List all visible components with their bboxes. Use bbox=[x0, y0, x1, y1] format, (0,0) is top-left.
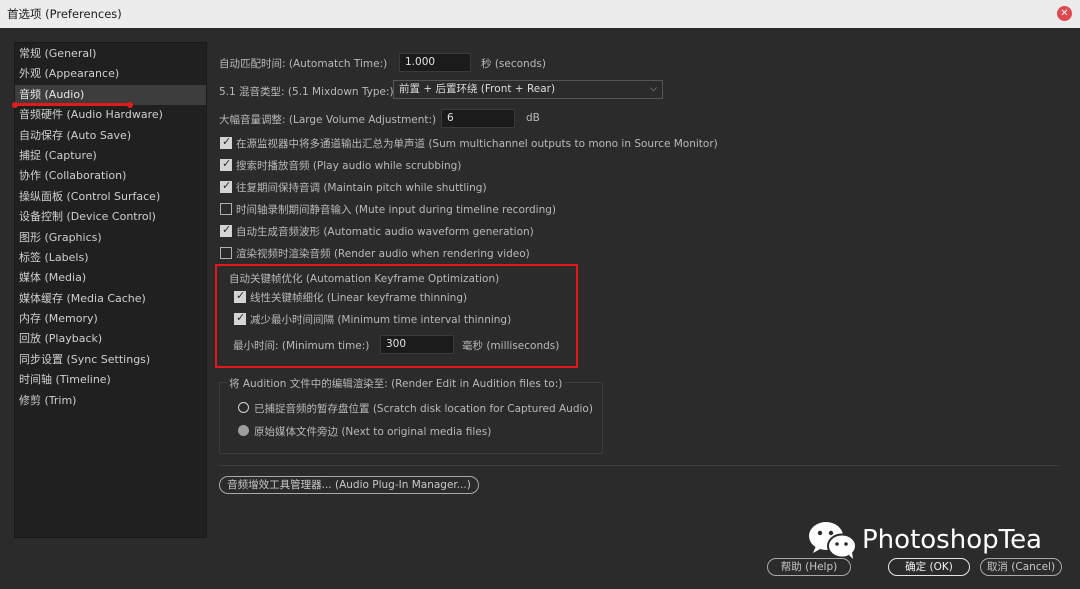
close-icon[interactable]: ✕ bbox=[1057, 6, 1072, 21]
checkbox-auto-waveform[interactable] bbox=[220, 223, 232, 237]
category-list: 常规 (General) 外观 (Appearance) 音频 (Audio) … bbox=[14, 42, 207, 538]
checkbox-min-interval-thinning-label: 减少最小时间间隔 (Minimum time interval thinning… bbox=[250, 314, 512, 326]
automatch-input[interactable]: 1.000 bbox=[399, 53, 471, 72]
sidebar-item-media[interactable]: 媒体 (Media) bbox=[15, 268, 206, 288]
checkbox-linear-thinning-label: 线性关键帧细化 (Linear keyframe thinning) bbox=[250, 292, 468, 304]
section-divider bbox=[219, 465, 1059, 466]
sidebar-item-audio-hardware[interactable]: 音频硬件 (Audio Hardware) bbox=[15, 105, 206, 125]
audio-highlight-underline bbox=[12, 101, 133, 108]
checkbox-scrub-audio-label: 搜索时播放音频 (Play audio while scrubbing) bbox=[236, 160, 462, 172]
min-time-label: 最小时间: (Minimum time:) bbox=[233, 340, 370, 352]
checkbox-auto-waveform-label: 自动生成音频波形 (Automatic audio waveform gener… bbox=[236, 226, 534, 238]
min-time-unit: 毫秒 (milliseconds) bbox=[462, 340, 560, 352]
checkbox-sum-mono[interactable] bbox=[220, 135, 232, 149]
sidebar-item-general[interactable]: 常规 (General) bbox=[15, 44, 206, 64]
checkbox-render-audio[interactable] bbox=[220, 247, 232, 259]
help-button[interactable]: 帮助 (Help) bbox=[767, 558, 851, 576]
sidebar-item-memory[interactable]: 内存 (Memory) bbox=[15, 309, 206, 329]
sidebar-item-graphics[interactable]: 图形 (Graphics) bbox=[15, 228, 206, 248]
sidebar-item-playback[interactable]: 回放 (Playback) bbox=[15, 329, 206, 349]
window-title: 首选项 (Preferences) bbox=[7, 7, 122, 21]
radio-scratch-disk-label: 已捕捉音频的暂存盘位置 (Scratch disk location for C… bbox=[254, 403, 593, 415]
sidebar-item-device-control[interactable]: 设备控制 (Device Control) bbox=[15, 207, 206, 227]
checkbox-mute-input[interactable] bbox=[220, 203, 232, 215]
sidebar-item-trim[interactable]: 修剪 (Trim) bbox=[15, 391, 206, 411]
keyframe-optimization-heading: 自动关键帧优化 (Automation Keyframe Optimizatio… bbox=[229, 273, 500, 285]
checkbox-min-interval-thinning[interactable] bbox=[234, 311, 246, 325]
checkbox-sum-mono-label: 在源监视器中将多通道输出汇总为单声道 (Sum multichannel out… bbox=[236, 138, 718, 150]
radio-next-to-media-label: 原始媒体文件旁边 (Next to original media files) bbox=[254, 426, 492, 438]
sidebar-item-control-surface[interactable]: 操纵面板 (Control Surface) bbox=[15, 187, 206, 207]
sidebar-item-labels[interactable]: 标签 (Labels) bbox=[15, 248, 206, 268]
min-time-input[interactable]: 300 bbox=[380, 335, 454, 354]
checkbox-maintain-pitch-label: 往复期间保持音调 (Maintain pitch while shuttling… bbox=[236, 182, 487, 194]
mixdown-value: 前置 + 后置环绕 (Front + Rear) bbox=[399, 83, 556, 95]
sidebar-item-auto-save[interactable]: 自动保存 (Auto Save) bbox=[15, 126, 206, 146]
sidebar-item-timeline[interactable]: 时间轴 (Timeline) bbox=[15, 370, 206, 390]
render-edit-legend: 将 Audition 文件中的编辑渲染至: (Render Edit in Au… bbox=[227, 376, 565, 391]
checkbox-mute-input-label: 时间轴录制期间静音输入 (Mute input during timeline … bbox=[236, 204, 557, 216]
audio-plugin-manager-button[interactable]: 音频增效工具管理器... (Audio Plug-In Manager...) bbox=[219, 476, 479, 494]
automatch-label: 自动匹配时间: (Automatch Time:) bbox=[219, 58, 388, 70]
large-volume-input[interactable]: 6 bbox=[441, 109, 515, 128]
sidebar-item-collaboration[interactable]: 协作 (Collaboration) bbox=[15, 166, 206, 186]
wechat-logo-icon bbox=[808, 520, 858, 560]
chevron-down-icon: ⌵ bbox=[650, 84, 657, 94]
render-edit-group bbox=[219, 382, 603, 454]
mixdown-select[interactable]: 前置 + 后置环绕 (Front + Rear) ⌵ bbox=[393, 80, 663, 99]
large-volume-unit: dB bbox=[526, 112, 540, 124]
sidebar-item-sync-settings[interactable]: 同步设置 (Sync Settings) bbox=[15, 350, 206, 370]
checkbox-linear-thinning[interactable] bbox=[234, 289, 246, 303]
watermark-text: PhotoshopTea bbox=[862, 525, 1042, 555]
sidebar-item-capture[interactable]: 捕捉 (Capture) bbox=[15, 146, 206, 166]
large-volume-label: 大幅音量调整: (Large Volume Adjustment:) bbox=[219, 114, 437, 126]
sidebar-item-appearance[interactable]: 外观 (Appearance) bbox=[15, 64, 206, 84]
title-bar: 首选项 (Preferences) ✕ bbox=[0, 0, 1080, 28]
checkbox-render-audio-label: 渲染视频时渲染音频 (Render audio when rendering v… bbox=[236, 248, 530, 260]
cancel-button[interactable]: 取消 (Cancel) bbox=[980, 558, 1062, 576]
ok-button[interactable]: 确定 (OK) bbox=[888, 558, 970, 576]
mixdown-label: 5.1 混音类型: (5.1 Mixdown Type:) bbox=[219, 86, 394, 98]
radio-next-to-media[interactable] bbox=[238, 425, 249, 436]
radio-scratch-disk[interactable] bbox=[238, 402, 249, 413]
sidebar-item-media-cache[interactable]: 媒体缓存 (Media Cache) bbox=[15, 289, 206, 309]
watermark: PhotoshopTea bbox=[808, 520, 1042, 560]
checkbox-scrub-audio[interactable] bbox=[220, 157, 232, 171]
automatch-unit: 秒 (seconds) bbox=[481, 58, 546, 70]
checkbox-maintain-pitch[interactable] bbox=[220, 179, 232, 193]
